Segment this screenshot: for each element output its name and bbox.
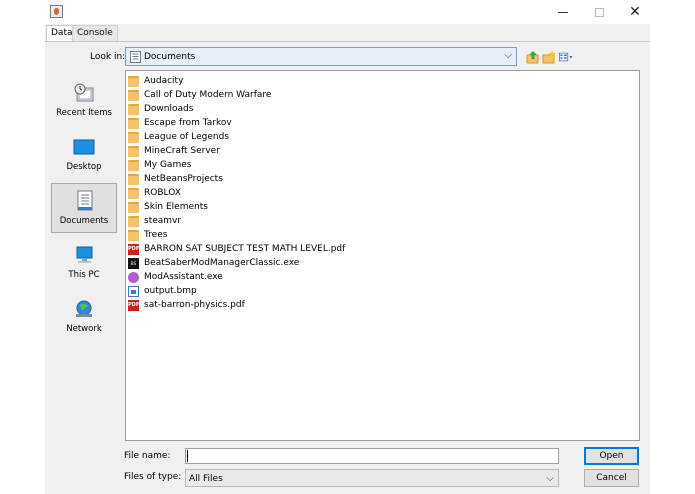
place-label: Network [66, 324, 102, 334]
minimize-icon [558, 11, 568, 13]
folder-icon [128, 103, 139, 115]
file-type-value: All Files [189, 474, 223, 484]
folder-icon [128, 145, 139, 157]
file-chooser-window: ✕ Data Console Look in: Documents ⌵ Rece… [45, 0, 650, 494]
desktop-icon [73, 139, 95, 155]
file-name-text: Call of Duty Modern Warfare [144, 90, 272, 100]
chevron-down-icon: ⌵ [546, 473, 554, 484]
place-label: Recent Items [56, 108, 112, 118]
tab-console[interactable]: Console [72, 25, 118, 41]
new-folder-icon[interactable] [542, 50, 556, 64]
file-name-text: Downloads [144, 104, 194, 114]
file-name-text: BeatSaberModManagerClassic.exe [144, 258, 300, 268]
list-item[interactable]: ROBLOX [128, 186, 181, 200]
file-name-text: Escape from Tarkov [144, 118, 232, 128]
open-button[interactable]: Open [584, 447, 639, 465]
list-item[interactable]: Trees [128, 228, 167, 242]
list-item[interactable]: NetBeansProjects [128, 172, 223, 186]
place-label: This PC [68, 270, 100, 280]
documents-icon [77, 190, 93, 211]
close-button[interactable]: ✕ [617, 0, 653, 24]
file-name-text: steamvr [144, 216, 182, 226]
bmp-image-icon [128, 285, 139, 297]
list-item[interactable]: Audacity [128, 74, 183, 88]
place-documents[interactable]: Documents [51, 183, 117, 233]
list-item[interactable]: League of Legends [128, 130, 229, 144]
list-item[interactable]: Downloads [128, 102, 193, 116]
look-in-value: Documents [144, 52, 196, 62]
folder-icon [128, 229, 139, 241]
folder-icon [128, 187, 139, 199]
chevron-down-icon: ⌵ [504, 50, 512, 61]
list-item[interactable]: MineCraft Server [128, 144, 220, 158]
file-name-text: ROBLOX [144, 188, 181, 198]
file-name-text: ModAssistant.exe [144, 272, 223, 282]
file-type-combo[interactable]: All Files ⌵ [185, 469, 559, 487]
file-name-text: Skin Elements [144, 202, 208, 212]
place-network[interactable]: Network [51, 292, 117, 342]
folder-icon [128, 173, 139, 185]
close-icon: ✕ [629, 4, 641, 20]
place-desktop[interactable]: Desktop [51, 130, 117, 180]
tab-divider [45, 41, 650, 42]
file-name-text: NetBeansProjects [144, 174, 223, 184]
folder-icon [128, 75, 139, 87]
list-item[interactable]: Skin Elements [128, 200, 208, 214]
tab-bar: Data Console [45, 25, 650, 41]
list-item[interactable]: steamvr [128, 214, 181, 228]
cancel-button[interactable]: Cancel [584, 469, 639, 487]
list-item[interactable]: Escape from Tarkov [128, 116, 232, 130]
list-item[interactable]: Call of Duty Modern Warfare [128, 88, 271, 102]
list-item[interactable]: ModAssistant.exe [128, 270, 223, 284]
file-name-text: MineCraft Server [144, 146, 220, 156]
text-caret [187, 450, 188, 462]
list-item[interactable]: BS BeatSaberModManagerClassic.exe [128, 256, 299, 270]
folder-icon [128, 215, 139, 227]
minimize-button[interactable] [545, 0, 581, 24]
place-label: Documents [59, 216, 109, 226]
look-in-label: Look in: [90, 52, 126, 62]
place-this-pc[interactable]: This PC [51, 238, 117, 288]
pdf-file-icon: PDF [128, 299, 139, 311]
beat-saber-exe-icon: BS [128, 257, 139, 269]
java-app-icon [50, 5, 63, 18]
file-name-text: League of Legends [144, 132, 230, 142]
look-in-combo[interactable]: Documents ⌵ [125, 47, 517, 66]
up-folder-icon[interactable] [526, 50, 540, 64]
documents-small-icon [130, 51, 141, 63]
file-name-text: My Games [144, 160, 192, 170]
maximize-icon [594, 7, 604, 17]
folder-icon [128, 117, 139, 129]
file-list[interactable]: Audacity Call of Duty Modern Warfare Dow… [125, 70, 640, 441]
pdf-file-icon: PDF [128, 243, 139, 255]
file-name-text: BARRON SAT SUBJECT TEST MATH LEVEL.pdf [144, 244, 346, 254]
title-bar: ✕ [45, 0, 650, 24]
list-item[interactable]: My Games [128, 158, 191, 172]
file-name-text: Audacity [144, 76, 184, 86]
list-item[interactable]: output.bmp [128, 284, 197, 298]
list-item[interactable]: PDF sat-barron-physics.pdf [128, 298, 245, 312]
place-label: Desktop [66, 162, 102, 172]
folder-icon [128, 159, 139, 171]
mod-assistant-exe-icon [128, 271, 139, 283]
folder-icon [128, 89, 139, 101]
view-menu-icon[interactable] [559, 50, 573, 64]
file-name-input[interactable] [185, 448, 559, 464]
file-type-label: Files of type: [124, 472, 182, 482]
network-icon [76, 300, 92, 317]
file-name-label: File name: [124, 451, 171, 461]
maximize-button[interactable] [581, 0, 617, 24]
folder-icon [128, 131, 139, 143]
file-name-text: output.bmp [144, 286, 197, 296]
list-item[interactable]: PDF BARRON SAT SUBJECT TEST MATH LEVEL.pd… [128, 242, 345, 256]
this-pc-icon [76, 246, 93, 263]
recent-items-icon [74, 83, 94, 102]
folder-icon [128, 201, 139, 213]
file-name-text: Trees [144, 230, 168, 240]
file-name-text: sat-barron-physics.pdf [144, 300, 245, 310]
place-recent-items[interactable]: Recent Items [51, 76, 117, 126]
